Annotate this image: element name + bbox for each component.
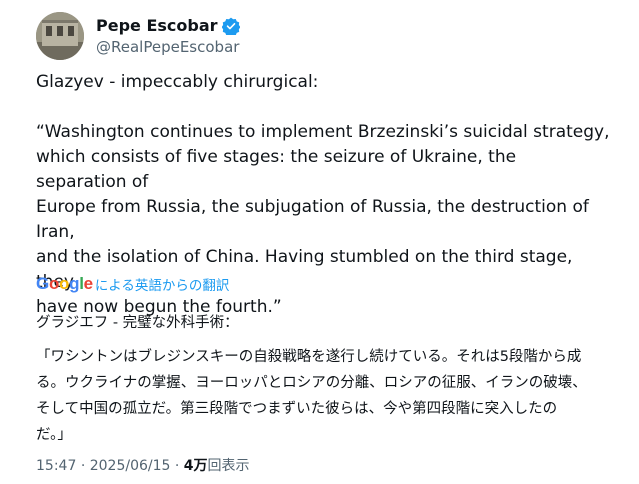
meta-separator: ·	[174, 458, 180, 474]
verified-badge-icon	[221, 17, 241, 37]
tweet-quote-line: “Washington continues to implement Brzez…	[36, 122, 610, 142]
views-count: 4万	[183, 458, 208, 474]
tweet-quote-line: which consists of five stages: the seizu…	[36, 147, 522, 192]
tweet-intro-line: Glazyev - impeccably chirurgical:	[36, 72, 319, 92]
translated-text: グラジエフ - 完璧な外科手術： 「ワシントンはブレジンスキーの自殺戦略を遂行し…	[36, 310, 616, 448]
translation-attribution[interactable]: Google による英語からの翻訳	[36, 274, 229, 294]
translated-line: だ。」	[36, 427, 72, 443]
meta-separator: ·	[80, 458, 86, 474]
translated-line: 「ワシントンはブレジンスキーの自殺戦略を遂行し続けている。それは5段階から成	[36, 349, 582, 365]
translated-line: そして中国の孤立だ。第三段階でつまずいた彼らは、今や第四段階に突入したの	[36, 401, 558, 417]
avatar-image	[36, 12, 84, 60]
translated-heading: グラジエフ - 完璧な外科手術：	[36, 315, 239, 331]
tweet-meta: 15:47 · 2025/06/15 · 4万回表示	[36, 455, 250, 475]
tweet-time[interactable]: 15:47	[36, 458, 76, 474]
google-logo: Google	[36, 274, 93, 293]
views-label: 回表示	[207, 458, 250, 474]
translation-label[interactable]: による英語からの翻訳	[95, 274, 230, 294]
translated-line: る。ウクライナの掌握、ヨーロッパとロシアの分離、ロシアの征服、イランの破壊、	[36, 375, 587, 391]
tweet-quote-line: Europe from Russia, the subjugation of R…	[36, 197, 595, 242]
tweet-header: Pepe Escobar @RealPepeEscobar	[36, 12, 241, 60]
author-display-name[interactable]: Pepe Escobar	[96, 15, 218, 37]
tweet-date[interactable]: 2025/06/15	[90, 458, 171, 474]
author-handle[interactable]: @RealPepeEscobar	[96, 37, 240, 58]
avatar[interactable]	[36, 12, 84, 60]
